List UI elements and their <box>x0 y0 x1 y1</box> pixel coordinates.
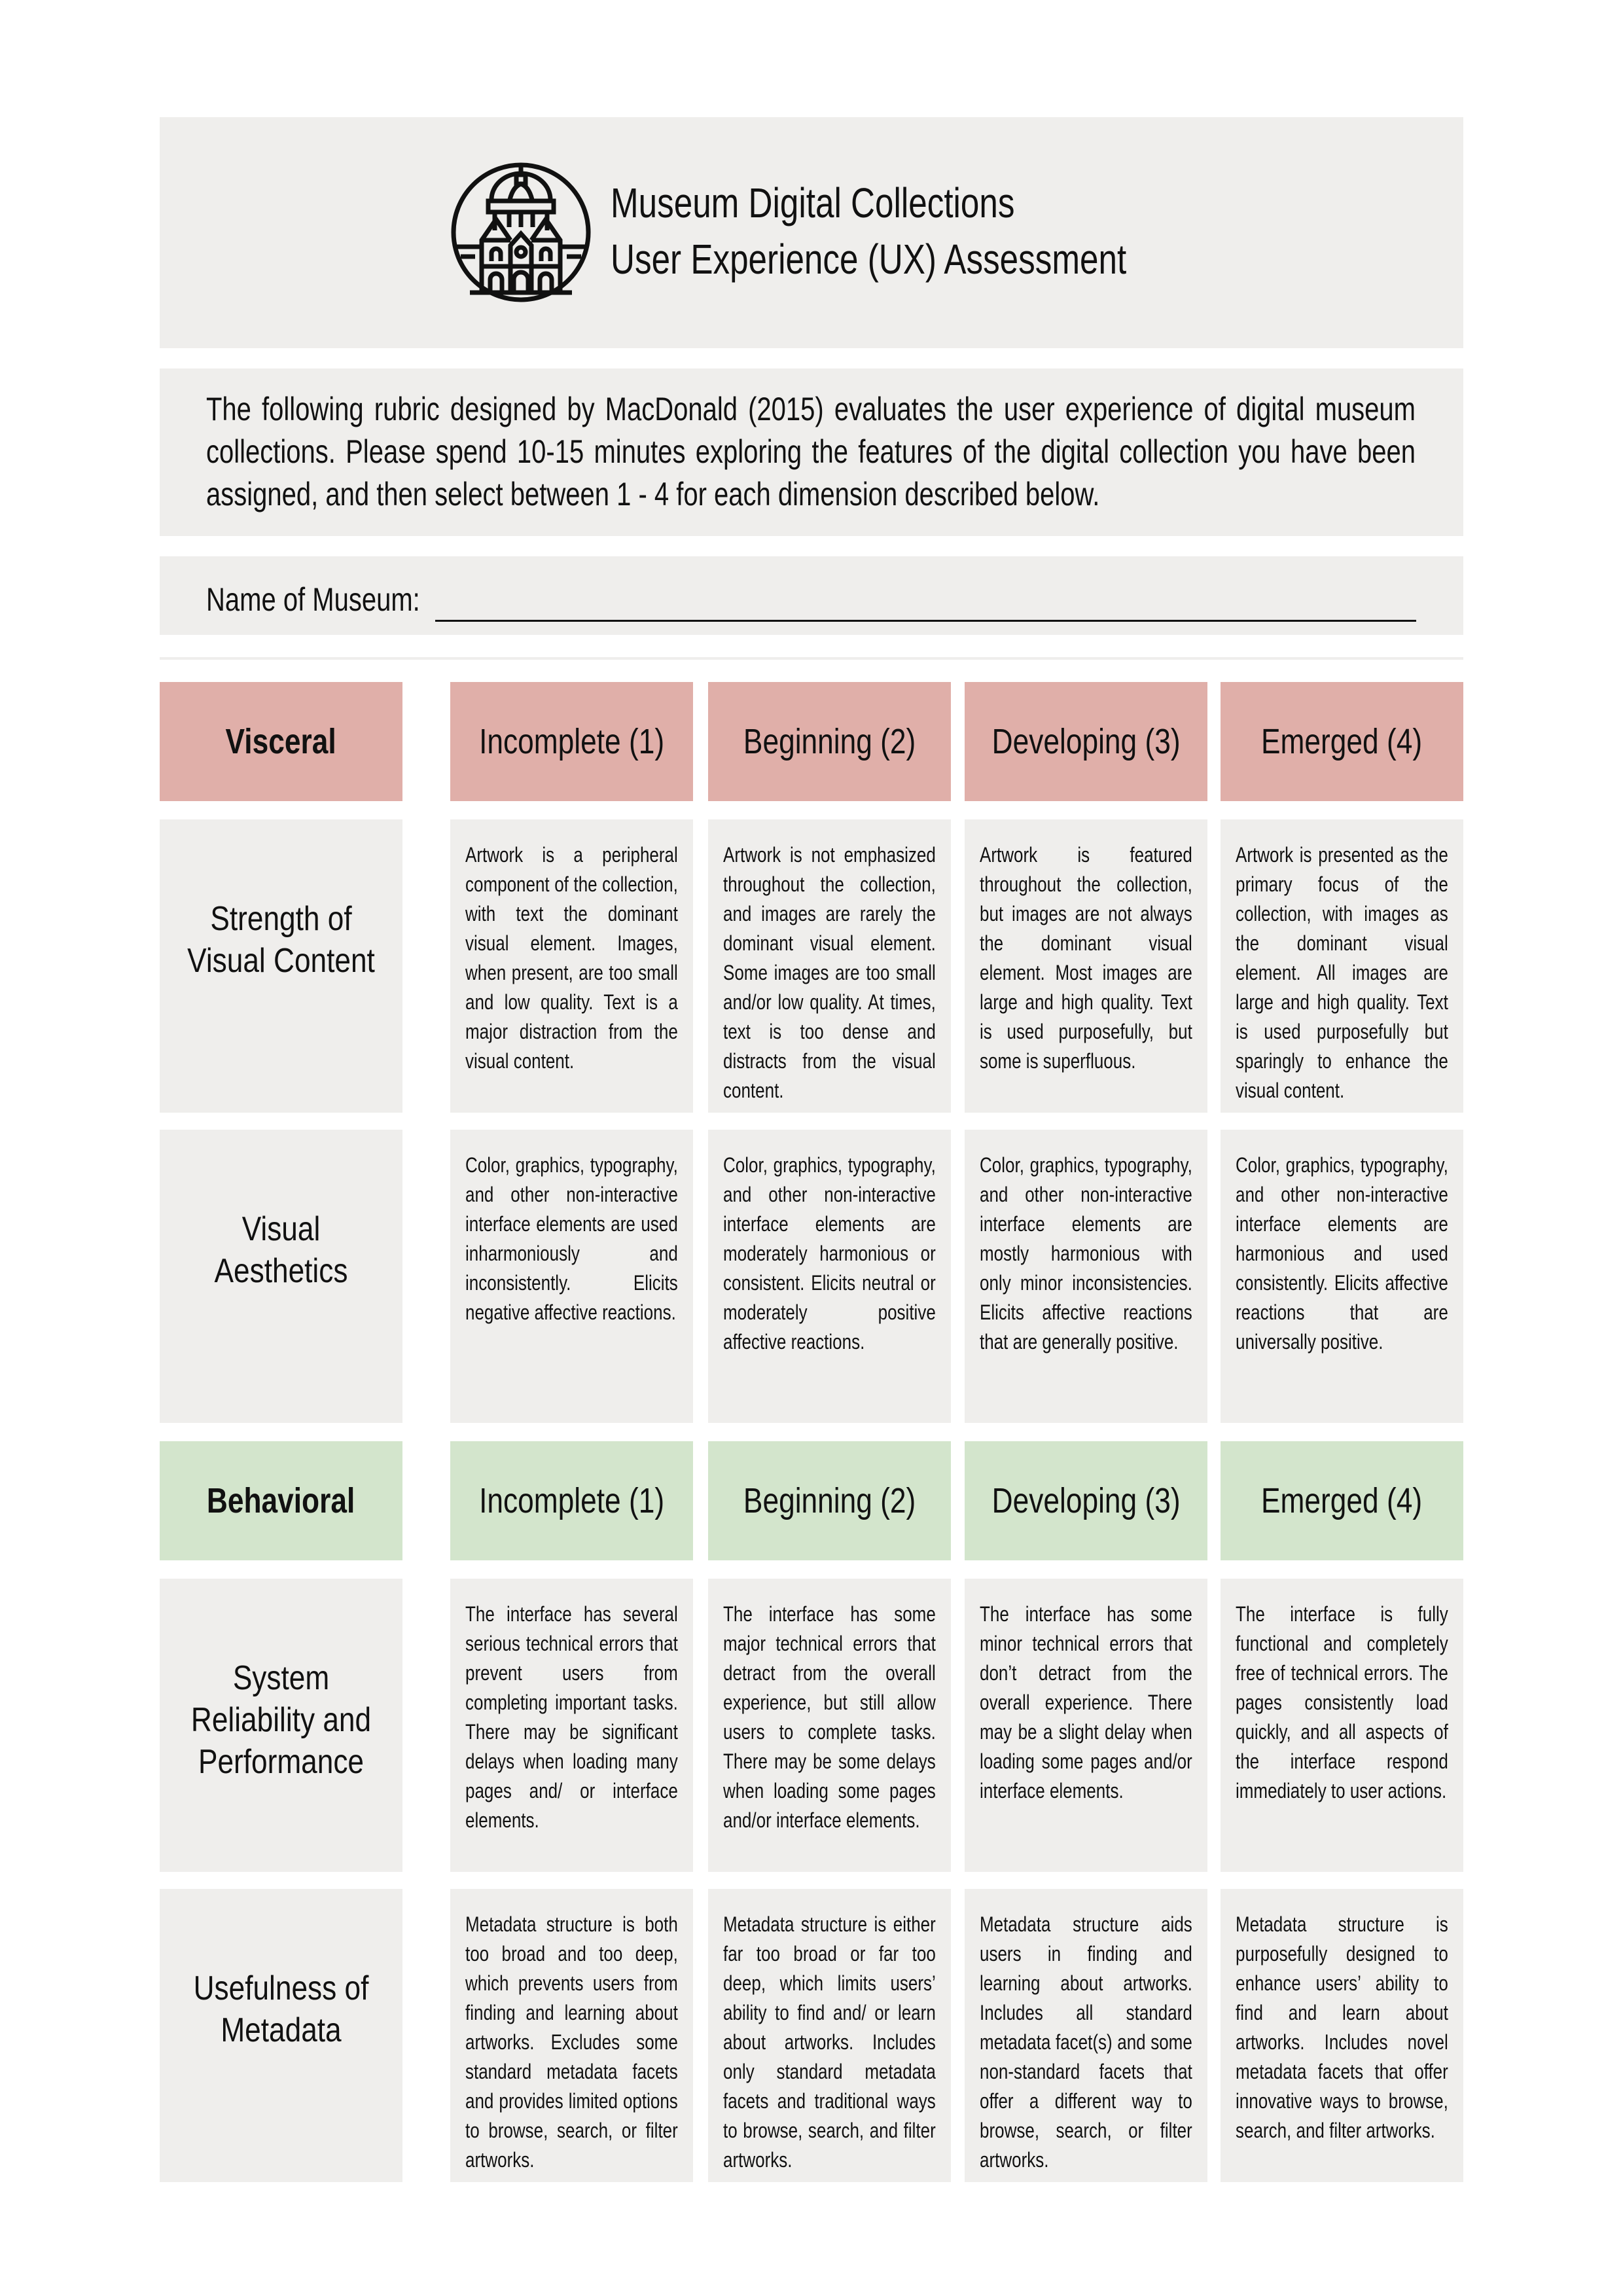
rubric-cell[interactable]: The interface is fully functional and co… <box>1221 1579 1463 1872</box>
section-title: Behavioral <box>207 1481 355 1520</box>
page-title: Museum Digital Collections User Experien… <box>611 175 1330 287</box>
rubric-cell-text: Metadata structure aids users in finding… <box>980 1912 1192 2172</box>
level-label: Developing (3) <box>991 1481 1181 1520</box>
rubric-cell[interactable]: Metadata structure aids users in finding… <box>965 1889 1207 2182</box>
rubric-cell[interactable]: Metadata structure is ei­ther far too br… <box>708 1889 951 2182</box>
section-header-behavioral: Behavioral <box>160 1441 402 1560</box>
divider <box>160 657 1463 660</box>
level-label: Developing (3) <box>991 722 1181 761</box>
rubric-cell-text: The interface is fully functional and co… <box>1236 1602 1448 1803</box>
rubric-cell-text: Metadata structure is ei­ther far too br… <box>723 1912 936 2172</box>
level-header: Beginning (2) <box>708 1441 951 1560</box>
rubric-cell-text: Artwork is presented as the primary focu… <box>1236 843 1448 1102</box>
dimension-label: System Reliability and Performance <box>190 1659 372 1781</box>
rubric-cell[interactable]: Artwork is presented as the primary focu… <box>1221 819 1463 1113</box>
rubric-cell-text: Artwork is featured throughout the colle… <box>980 843 1192 1073</box>
level-label: Beginning (2) <box>743 722 916 761</box>
level-header: Incomplete (1) <box>450 682 693 801</box>
rubric-cell-text: The interface has some minor technical e… <box>980 1602 1192 1803</box>
rubric-cell-text: Metadata structure is purposefully desig… <box>1236 1912 1448 2142</box>
dimension-label-cell: Usefulness of Metadata <box>160 1889 402 2182</box>
level-header: Developing (3) <box>965 682 1207 801</box>
dimension-label-cell: System Reliability and Performance <box>160 1579 402 1872</box>
dimension-label: Visual Aesthetics <box>214 1210 348 1290</box>
rubric-cell-text: Metadata structure is both too broad and… <box>465 1912 678 2172</box>
museum-name-label: Name of Museum: <box>206 581 420 618</box>
rubric-cell[interactable]: The interface has some minor technical e… <box>965 1579 1207 1872</box>
rubric-cell-text: Artwork is not empha­sized throughout th… <box>723 843 936 1102</box>
intro-panel: The following rubric designed by MacDona… <box>160 368 1463 536</box>
level-header: Emerged (4) <box>1221 1441 1463 1560</box>
level-header: Emerged (4) <box>1221 682 1463 801</box>
level-label: Incomplete (1) <box>478 722 665 761</box>
section-title: Visceral <box>225 722 337 761</box>
dimension-label-cell: Strength of Visual Content <box>160 819 402 1113</box>
title-line-2: User Experience (UX) Assessment <box>611 236 1127 283</box>
dimension-label: Strength of Visual Content <box>187 900 375 980</box>
rubric-cell[interactable]: Artwork is featured throughout the colle… <box>965 819 1207 1113</box>
level-header: Beginning (2) <box>708 682 951 801</box>
rubric-cell[interactable]: Artwork is a peripheral component of the… <box>450 819 693 1113</box>
level-label: Beginning (2) <box>743 1481 916 1520</box>
rubric-cell[interactable]: Artwork is not empha­sized throughout th… <box>708 819 951 1113</box>
rubric-cell[interactable]: Metadata structure is both too broad and… <box>450 1889 693 2182</box>
rubric-cell-text: Color, graphics, typogra­phy, and other … <box>1236 1153 1448 1354</box>
header-panel: Museum Digital Collections User Experien… <box>160 117 1463 348</box>
rubric-cell-text: The interface has some major technical e… <box>723 1602 936 1832</box>
rubric-cell[interactable]: Color, graphics, typogra­phy, and other … <box>708 1130 951 1423</box>
rubric-cell-text: Artwork is a peripheral component of the… <box>465 843 678 1073</box>
rubric-cell[interactable]: The interface has some major technical e… <box>708 1579 951 1872</box>
dimension-label: Usefulness of Metadata <box>193 1969 369 2049</box>
dimension-label-cell: Visual Aesthetics <box>160 1130 402 1423</box>
museum-name-panel: Name of Museum: <box>160 556 1463 635</box>
rubric-cell[interactable]: Color, graphics, typogra­phy, and other … <box>1221 1130 1463 1423</box>
section-header-visceral: Visceral <box>160 682 402 801</box>
rubric-cell-text: Color, graphics, typogra­phy, and other … <box>723 1153 936 1354</box>
intro-text: The following rubric designed by MacDona… <box>206 391 1416 512</box>
level-header: Incomplete (1) <box>450 1441 693 1560</box>
rubric-cell-text: Color, graphics, typogra­phy, and other … <box>980 1153 1192 1354</box>
level-label: Emerged (4) <box>1261 1481 1423 1520</box>
rubric-cell-text: Color, graphics, typogra­phy, and other … <box>465 1153 678 1324</box>
rubric-cell[interactable]: Color, graphics, typogra­phy, and other … <box>450 1130 693 1423</box>
rubric-cell[interactable]: The interface has several serious techni… <box>450 1579 693 1872</box>
rubric-cell[interactable]: Color, graphics, typogra­phy, and other … <box>965 1130 1207 1423</box>
level-label: Emerged (4) <box>1261 722 1423 761</box>
museum-name-input[interactable] <box>435 620 1416 622</box>
museum-building-icon <box>451 162 591 302</box>
rubric-cell[interactable]: Metadata structure is purposefully desig… <box>1221 1889 1463 2182</box>
rubric-cell-text: The interface has several serious techni… <box>465 1602 678 1832</box>
title-line-1: Museum Digital Collections <box>611 179 1015 226</box>
level-label: Incomplete (1) <box>478 1481 665 1520</box>
level-header: Developing (3) <box>965 1441 1207 1560</box>
